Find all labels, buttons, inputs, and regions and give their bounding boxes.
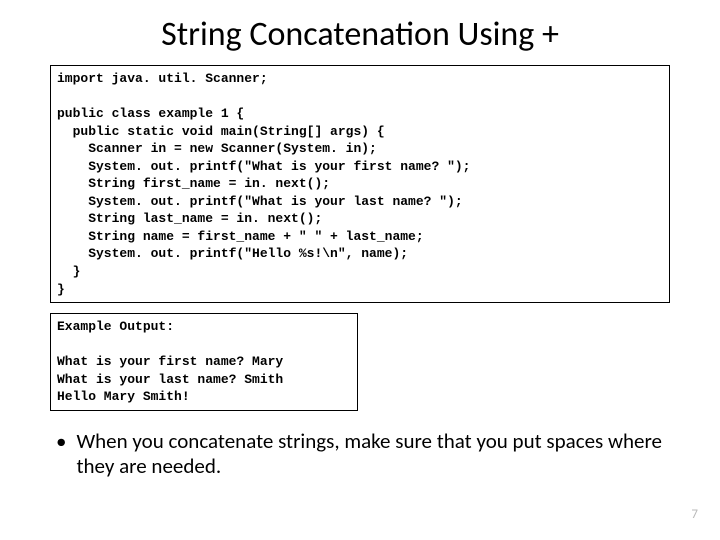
slide-title: String Concatenation Using +	[50, 14, 670, 55]
page-number: 7	[691, 507, 698, 522]
slide: String Concatenation Using + import java…	[0, 0, 720, 540]
code-block: import java. util. Scanner; public class…	[50, 65, 670, 303]
bullet-icon: •	[56, 429, 66, 454]
example-output-block: Example Output: What is your first name?…	[50, 313, 358, 411]
bullet-item: • When you concatenate strings, make sur…	[50, 429, 670, 479]
bullet-text: When you concatenate strings, make sure …	[76, 429, 670, 479]
